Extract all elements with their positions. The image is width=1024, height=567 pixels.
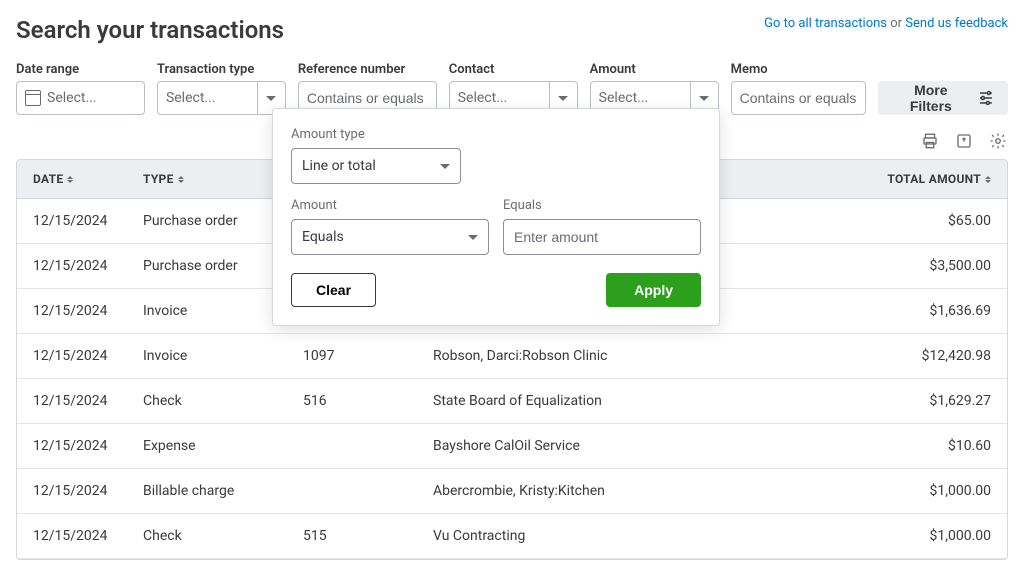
sort-icon — [178, 176, 184, 183]
sort-icon — [985, 176, 991, 183]
cell-total: $65.00 — [867, 199, 1007, 244]
popover-label-amount: Amount — [291, 198, 489, 213]
transaction-type-placeholder: Select... — [166, 90, 216, 106]
page-title: Search your transactions — [16, 16, 284, 44]
link-send-feedback[interactable]: Send us feedback — [905, 16, 1008, 31]
table-row[interactable]: 12/15/2024Check516State Board of Equaliz… — [17, 379, 1007, 424]
amount-value-input[interactable] — [503, 219, 701, 255]
cell-type: Purchase order — [127, 199, 287, 244]
memo-input[interactable] — [731, 81, 866, 115]
cell-type: Purchase order — [127, 244, 287, 289]
cell-total: $1,636.69 — [867, 289, 1007, 334]
popover-label-amount-type: Amount type — [291, 127, 701, 142]
cell-total: $1,000.00 — [867, 469, 1007, 514]
cell-date: 12/15/2024 — [17, 424, 127, 469]
date-range-select[interactable]: Select... — [16, 81, 145, 115]
cell-type: Check — [127, 379, 287, 424]
table-row[interactable]: 12/15/2024Billable charge Abercrombie, Kr… — [17, 469, 1007, 514]
chevron-down-icon — [468, 235, 478, 240]
cell-date: 12/15/2024 — [17, 244, 127, 289]
filter-label-transaction-type: Transaction type — [157, 62, 286, 77]
cell-date: 12/15/2024 — [17, 199, 127, 244]
filter-label-amount: Amount — [590, 62, 719, 77]
table-row[interactable]: 12/15/2024Check515Vu Contracting$1,000.0… — [17, 514, 1007, 559]
top-links-sep: or — [887, 16, 905, 31]
cell-contact: State Board of Equalization — [417, 379, 867, 424]
sliders-icon — [978, 90, 994, 106]
date-range-placeholder: Select... — [47, 90, 97, 106]
cell-type: Billable charge — [127, 469, 287, 514]
cell-type: Invoice — [127, 289, 287, 334]
amount-filter-popover: Amount type Line or total Amount Equals … — [272, 108, 720, 326]
cell-no — [287, 424, 417, 469]
amount-value-field[interactable] — [514, 229, 690, 245]
amount-type-select[interactable]: Line or total — [291, 148, 461, 184]
export-icon[interactable] — [954, 131, 974, 151]
filter-label-contact: Contact — [449, 62, 578, 77]
cell-date: 12/15/2024 — [17, 469, 127, 514]
table-row[interactable]: 12/15/2024Invoice1097Robson, Darci:Robso… — [17, 334, 1007, 379]
cell-contact: Robson, Darci:Robson Clinic — [417, 334, 867, 379]
cell-date: 12/15/2024 — [17, 514, 127, 559]
amount-operator-value: Equals — [302, 229, 344, 245]
apply-button[interactable]: Apply — [606, 273, 701, 307]
print-icon[interactable] — [920, 131, 940, 151]
cell-contact: Vu Contracting — [417, 514, 867, 559]
cell-total: $1,000.00 — [867, 514, 1007, 559]
amount-placeholder: Select... — [599, 90, 649, 106]
cell-date: 12/15/2024 — [17, 289, 127, 334]
cell-no: 515 — [287, 514, 417, 559]
cell-type: Invoice — [127, 334, 287, 379]
amount-operator-select[interactable]: Equals — [291, 219, 489, 255]
memo-field[interactable] — [740, 90, 857, 106]
cell-contact: Abercrombie, Kristy:Kitchen — [417, 469, 867, 514]
more-filters-label: More Filters — [892, 82, 971, 114]
col-header-total[interactable]: TOTAL AMOUNT — [867, 160, 1007, 199]
cell-type: Expense — [127, 424, 287, 469]
clear-button[interactable]: Clear — [291, 273, 376, 307]
cell-no: 516 — [287, 379, 417, 424]
col-header-type[interactable]: TYPE — [127, 160, 287, 199]
contact-placeholder: Select... — [458, 90, 508, 106]
cell-total: $3,500.00 — [867, 244, 1007, 289]
cell-total: $10.60 — [867, 424, 1007, 469]
more-filters-button[interactable]: More Filters — [878, 81, 1009, 115]
amount-type-value: Line or total — [302, 158, 376, 174]
filter-label-reference: Reference number — [298, 62, 437, 77]
col-header-date[interactable]: DATE — [17, 160, 127, 199]
cell-date: 12/15/2024 — [17, 379, 127, 424]
filter-label-memo: Memo — [731, 62, 866, 77]
cell-total: $12,420.98 — [867, 334, 1007, 379]
reference-number-field[interactable] — [307, 90, 428, 106]
cell-total: $1,629.27 — [867, 379, 1007, 424]
cell-contact: Bayshore CalOil Service — [417, 424, 867, 469]
cell-no — [287, 469, 417, 514]
sort-icon — [67, 176, 73, 183]
link-all-transactions[interactable]: Go to all transactions — [764, 16, 887, 31]
cell-no: 1097 — [287, 334, 417, 379]
calendar-icon — [25, 90, 41, 106]
transaction-type-select[interactable]: Select... — [157, 81, 286, 115]
gear-icon[interactable] — [988, 131, 1008, 151]
filter-label-date-range: Date range — [16, 62, 145, 77]
table-row[interactable]: 12/15/2024Expense Bayshore CalOil Service… — [17, 424, 1007, 469]
cell-date: 12/15/2024 — [17, 334, 127, 379]
popover-label-equals: Equals — [503, 198, 701, 213]
top-links: Go to all transactions or Send us feedba… — [764, 16, 1008, 31]
chevron-down-icon — [440, 164, 450, 169]
cell-type: Check — [127, 514, 287, 559]
